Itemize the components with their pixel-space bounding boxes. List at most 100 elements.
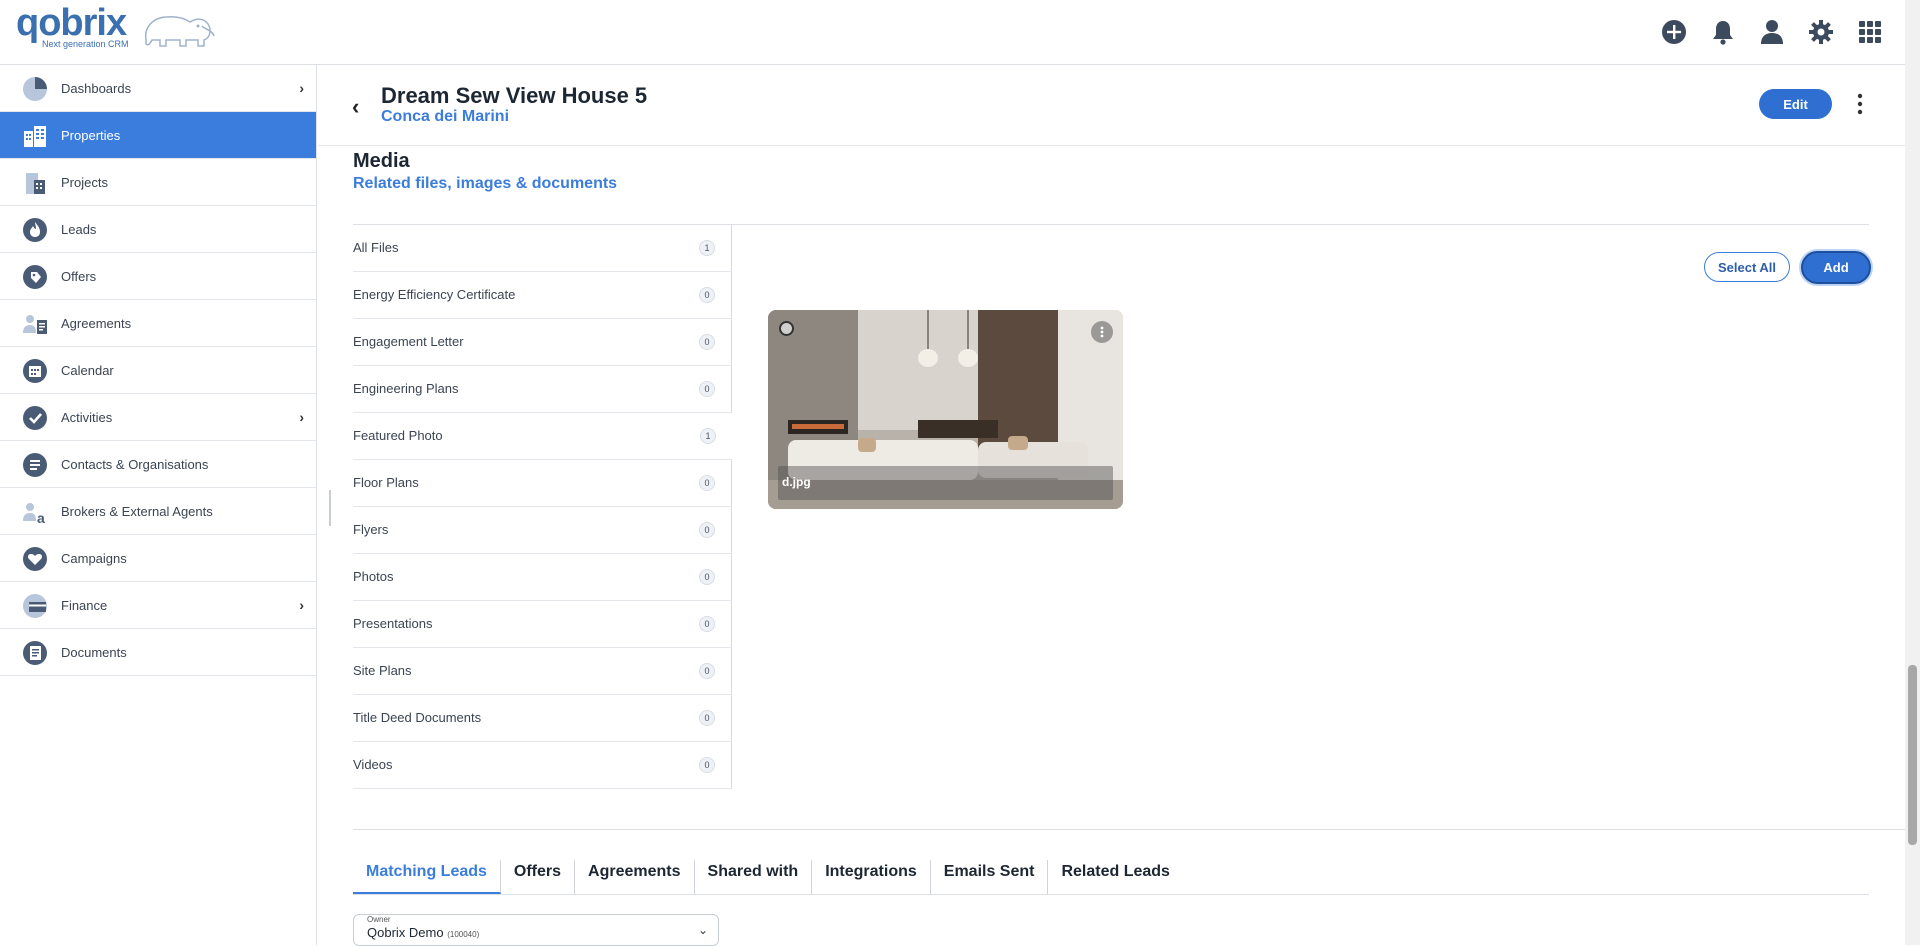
app-logo[interactable]: qobrix Next generation CRM [16, 2, 215, 54]
sidebar-item-label: Projects [61, 174, 108, 190]
sidebar-item-properties[interactable]: Properties [0, 112, 316, 159]
sidebar-item-dashboards[interactable]: Dashboards › [0, 65, 316, 112]
owner-select[interactable]: Owner Qobrix Demo (100040) ⌄ [353, 914, 719, 946]
sidebar-item-label: Finance [61, 597, 108, 613]
tabs-divider [353, 829, 1905, 830]
finance-icon [23, 594, 47, 618]
category-label: Site Plans [353, 663, 412, 678]
apps-grid-icon[interactable] [1855, 17, 1885, 47]
category-count-badge: 0 [699, 475, 715, 491]
category-presentations[interactable]: Presentations 0 [353, 601, 732, 648]
sidebar-item-label: Documents [61, 644, 127, 660]
sidebar-resize-handle[interactable] [329, 490, 331, 526]
logo-tagline: Next generation CRM [42, 39, 129, 49]
add-circle-icon[interactable] [1659, 17, 1689, 47]
top-bar: qobrix Next generation CRM [0, 0, 1905, 65]
chevron-right-icon: › [299, 80, 304, 96]
sidebar-item-campaigns[interactable]: Campaigns [0, 535, 316, 582]
category-flyers[interactable]: Flyers 0 [353, 507, 732, 554]
category-engagement-letter[interactable]: Engagement Letter 0 [353, 319, 732, 366]
project-building-icon [26, 173, 45, 194]
category-site-plans[interactable]: Site Plans 0 [353, 648, 732, 695]
svg-text:a: a [37, 510, 45, 525]
sidebar-item-leads[interactable]: Leads [0, 206, 316, 253]
related-tabs: Matching Leads Offers Agreements Shared … [353, 860, 1869, 895]
back-chevron-icon[interactable]: ‹ [352, 94, 359, 120]
tab-integrations[interactable]: Integrations [812, 860, 931, 894]
sidebar-item-label: Agreements [61, 315, 132, 331]
category-all-files[interactable]: All Files 1 [353, 225, 732, 272]
category-count-badge: 0 [699, 757, 715, 773]
sidebar-item-offers[interactable]: Offers [0, 253, 316, 300]
scrollbar-thumb[interactable] [1908, 665, 1917, 845]
gear-icon[interactable] [1806, 17, 1836, 47]
chevron-right-icon: › [299, 597, 304, 613]
sidebar-item-brokers[interactable]: a Brokers & External Agents [0, 488, 316, 535]
owner-value: Qobrix Demo (100040) [367, 925, 479, 940]
owner-id: (100040) [447, 930, 480, 939]
sidebar-item-projects[interactable]: Projects [0, 159, 316, 206]
sidebar-item-finance[interactable]: Finance › [0, 582, 316, 629]
category-count-badge: 0 [699, 616, 715, 632]
tab-matching-leads[interactable]: Matching Leads [353, 860, 501, 894]
sidebar-item-label: Properties [61, 127, 121, 143]
category-label: Flyers [353, 522, 389, 537]
media-category-list: All Files 1 Energy Efficiency Certificate… [353, 225, 732, 789]
tab-shared-with[interactable]: Shared with [695, 860, 813, 894]
sidebar-item-documents[interactable]: Documents [0, 629, 316, 676]
sidebar-item-label: Campaigns [61, 550, 127, 566]
chevron-down-icon: ⌄ [697, 923, 708, 937]
add-media-button[interactable]: Add [1801, 251, 1871, 284]
sidebar-item-contacts[interactable]: Contacts & Organisations [0, 441, 316, 488]
category-label: Engineering Plans [353, 381, 459, 396]
select-all-button[interactable]: Select All [1704, 252, 1790, 282]
flame-icon [23, 218, 47, 242]
category-label: Presentations [353, 616, 433, 631]
file-name: d.jpg [782, 475, 811, 489]
category-label: All Files [353, 240, 399, 255]
category-label: Energy Efficiency Certificate [353, 287, 516, 302]
category-featured-photo[interactable]: Featured Photo 1 [353, 413, 732, 460]
category-count-badge: 0 [699, 569, 715, 585]
broker-icon: a [23, 503, 45, 525]
sidebar-item-calendar[interactable]: Calendar [0, 347, 316, 394]
bell-icon[interactable] [1708, 17, 1738, 47]
category-count-badge: 1 [700, 428, 716, 444]
edit-button[interactable]: Edit [1759, 89, 1832, 119]
category-photos[interactable]: Photos 0 [353, 554, 732, 601]
sidebar-item-agreements[interactable]: Agreements [0, 300, 316, 347]
category-energy-efficiency-certificate[interactable]: Energy Efficiency Certificate 0 [353, 272, 732, 319]
owner-name: Qobrix Demo [367, 925, 444, 940]
agreement-icon [23, 315, 47, 334]
thumbnail-menu-icon[interactable] [1091, 321, 1113, 343]
sidebar-item-label: Brokers & External Agents [61, 503, 213, 519]
tab-related-leads[interactable]: Related Leads [1048, 860, 1182, 894]
contacts-icon [23, 453, 47, 477]
heart-icon [23, 547, 47, 571]
tab-agreements[interactable]: Agreements [575, 860, 695, 894]
page-subtitle[interactable]: Conca dei Marini [381, 108, 509, 126]
page-scrollbar[interactable] [1905, 0, 1920, 945]
category-videos[interactable]: Videos 0 [353, 742, 732, 789]
category-floor-plans[interactable]: Floor Plans 0 [353, 460, 732, 507]
category-count-badge: 0 [699, 663, 715, 679]
documents-icon [23, 641, 47, 665]
page-title: Dream Sew View House 5 [381, 83, 648, 108]
pie-chart-icon [23, 77, 47, 101]
media-thumbnail[interactable]: d.jpg [768, 310, 1123, 509]
category-label: Featured Photo [353, 428, 443, 443]
sidebar-item-label: Offers [61, 268, 97, 284]
category-count-badge: 0 [699, 334, 715, 350]
header-actions [1659, 17, 1885, 47]
chevron-right-icon: › [299, 409, 304, 425]
sidebar-item-label: Leads [61, 221, 97, 237]
thumbnail-caption: d.jpg [778, 466, 1113, 500]
user-icon[interactable] [1757, 17, 1787, 47]
select-radio[interactable] [779, 321, 794, 336]
more-options-icon[interactable] [1853, 92, 1867, 116]
sidebar-item-activities[interactable]: Activities › [0, 394, 316, 441]
tab-emails-sent[interactable]: Emails Sent [931, 860, 1049, 894]
tab-offers[interactable]: Offers [501, 860, 576, 894]
category-engineering-plans[interactable]: Engineering Plans 0 [353, 366, 732, 413]
category-title-deed-documents[interactable]: Title Deed Documents 0 [353, 695, 732, 742]
